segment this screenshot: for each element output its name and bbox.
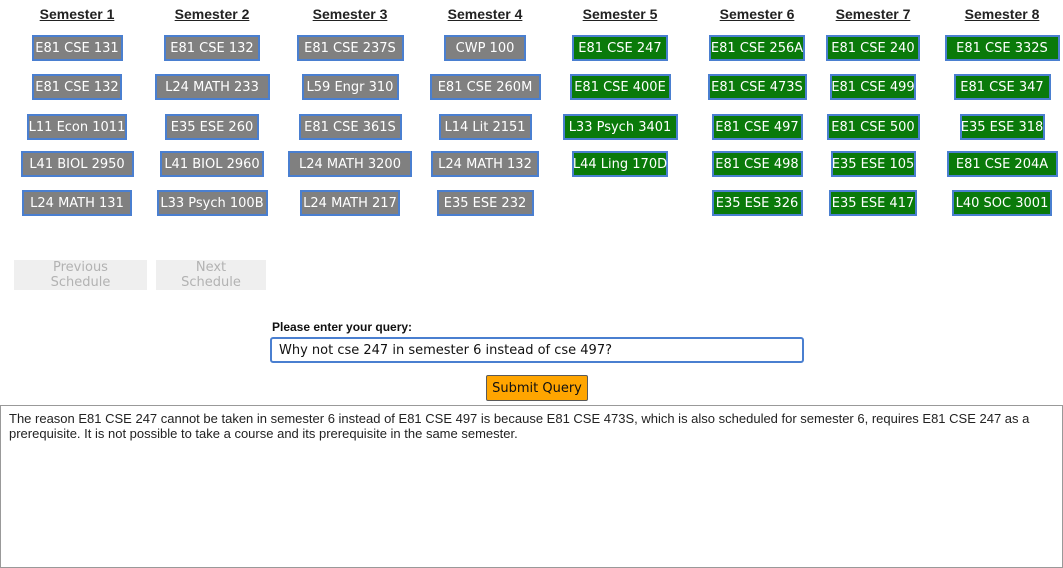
course-button[interactable]: E81 CSE 499 (830, 74, 916, 100)
course-button[interactable]: L40 SOC 3001 (952, 190, 1052, 216)
course-button[interactable]: E81 CSE 132 (32, 74, 122, 100)
semester-5-header: Semester 5 (582, 6, 658, 22)
course-button[interactable]: E81 CSE 131 (31, 35, 123, 61)
course-button[interactable]: E81 CSE 347 (953, 74, 1051, 100)
course-button[interactable]: E81 CSE 256A (709, 35, 805, 61)
course-button[interactable]: L14 Lit 2151 (438, 114, 532, 140)
next-schedule-button[interactable]: Next Schedule (156, 260, 266, 290)
course-button[interactable]: L33 Psych 3401 (562, 114, 678, 140)
course-button[interactable]: E35 ESE 326 (711, 190, 803, 216)
course-button[interactable]: L24 MATH 132 (431, 151, 539, 177)
course-button[interactable]: E81 CSE 500 (826, 114, 920, 140)
course-button[interactable]: CWP 100 (444, 35, 526, 61)
semester-6-header: Semester 6 (719, 6, 795, 22)
course-button[interactable]: E35 ESE 417 (829, 190, 917, 216)
semester-1-header: Semester 1 (39, 6, 115, 22)
semester-7-header: Semester 7 (835, 6, 911, 22)
course-button[interactable]: E81 CSE 473S (707, 74, 807, 100)
course-button[interactable]: L59 Engr 310 (301, 74, 399, 100)
course-button[interactable]: L11 Econ 1011 (27, 114, 127, 140)
course-button[interactable]: E35 ESE 318 (959, 114, 1045, 140)
query-input[interactable] (270, 337, 804, 363)
course-button[interactable]: E81 CSE 132 (164, 35, 260, 61)
semester-3-header: Semester 3 (312, 6, 388, 22)
course-button[interactable]: E81 CSE 400E (569, 74, 671, 100)
course-button[interactable]: L24 MATH 217 (300, 190, 400, 216)
course-button[interactable]: E81 CSE 204A (946, 151, 1058, 177)
course-button[interactable]: E35 ESE 232 (436, 190, 534, 216)
course-button[interactable]: E81 CSE 497 (711, 114, 803, 140)
course-button[interactable]: E35 ESE 105 (830, 151, 916, 177)
course-button[interactable]: E81 CSE 240 (826, 35, 920, 61)
response-text: The reason E81 CSE 247 cannot be taken i… (0, 405, 1063, 568)
course-button[interactable]: L44 Ling 170D (572, 151, 668, 177)
course-button[interactable]: E81 CSE 260M (429, 74, 541, 100)
course-button[interactable]: L24 MATH 233 (154, 74, 270, 100)
semester-2-header: Semester 2 (174, 6, 250, 22)
course-button[interactable]: L24 MATH 131 (22, 190, 132, 216)
course-button[interactable]: E35 ESE 260 (165, 114, 259, 140)
semester-4-header: Semester 4 (447, 6, 523, 22)
semester-8-header: Semester 8 (964, 6, 1040, 22)
course-button[interactable]: L24 MATH 3200 (288, 151, 412, 177)
course-button[interactable]: L41 BIOL 2950 (20, 151, 134, 177)
submit-query-button[interactable]: Submit Query (486, 375, 588, 401)
course-button[interactable]: E81 CSE 237S (296, 35, 404, 61)
previous-schedule-button[interactable]: Previous Schedule (14, 260, 147, 290)
course-button[interactable]: E81 CSE 247 (572, 35, 668, 61)
course-button[interactable]: E81 CSE 332S (944, 35, 1060, 61)
course-button[interactable]: E81 CSE 361S (298, 114, 402, 140)
course-button[interactable]: E81 CSE 498 (711, 151, 803, 177)
query-label: Please enter your query: (272, 320, 413, 334)
course-button[interactable]: L33 Psych 100B (156, 190, 268, 216)
course-button[interactable]: L41 BIOL 2960 (160, 151, 264, 177)
